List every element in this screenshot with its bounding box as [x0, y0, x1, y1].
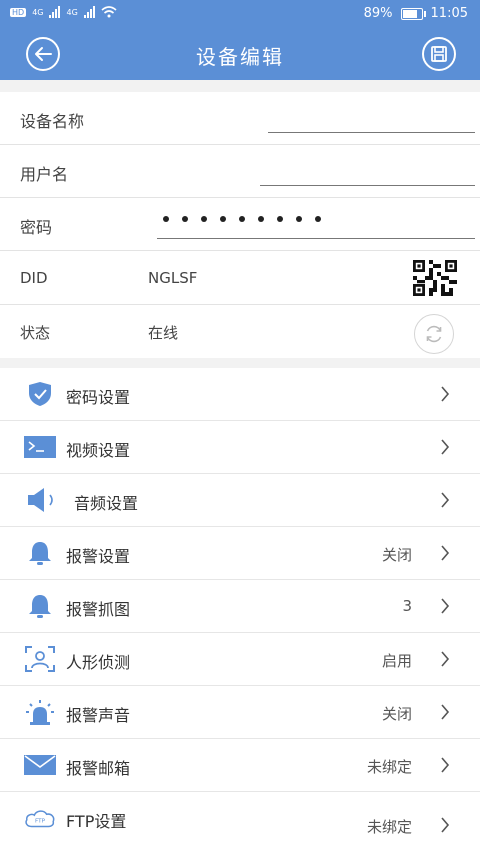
- network-type-2: 4G: [66, 7, 78, 17]
- signal-icon: [83, 6, 95, 18]
- settings-item-alarm[interactable]: 报警设置 关闭: [0, 527, 480, 580]
- speaker-icon: [24, 486, 68, 514]
- refresh-icon: [426, 325, 442, 343]
- siren-icon: [24, 698, 56, 726]
- did-row: DID NGLSF: [0, 251, 480, 305]
- chevron-right-icon: [441, 545, 450, 561]
- chevron-right-icon: [441, 439, 450, 455]
- bell-icon: [24, 539, 56, 567]
- settings-item-label: 报警设置: [66, 547, 131, 566]
- settings-list: 密码设置 视频设置 音频设置 报警设置 关闭 报警抓图 3 人形侦测 启用 报警…: [0, 368, 480, 852]
- sim-badge: HD: [10, 7, 27, 17]
- battery-percent: 89%: [363, 6, 393, 21]
- status-row: 状态 在线: [0, 305, 480, 358]
- settings-item-value: 未绑定: [366, 758, 412, 776]
- ftp-cloud-icon: FTP: [24, 804, 56, 832]
- chevron-right-icon: [441, 651, 450, 667]
- save-button[interactable]: [422, 37, 456, 71]
- settings-item-value: 关闭: [381, 546, 412, 564]
- settings-item-label: 报警声音: [66, 706, 131, 725]
- refresh-button[interactable]: [414, 314, 454, 354]
- settings-item-label: 报警抓图: [66, 600, 131, 619]
- settings-item-label: FTP设置: [66, 812, 127, 831]
- save-icon: [431, 46, 447, 62]
- username-row: 用户名: [0, 145, 480, 198]
- device-name-label: 设备名称: [20, 112, 85, 131]
- settings-item-alarm-snapshot[interactable]: 报警抓图 3: [0, 580, 480, 633]
- settings-item-audio[interactable]: 音频设置: [0, 474, 480, 527]
- status-bar: HD 4G 4G 89% 11:05: [0, 0, 480, 28]
- device-name-input[interactable]: [268, 132, 475, 133]
- chevron-right-icon: [441, 598, 450, 614]
- chevron-right-icon: [441, 817, 450, 833]
- bell-icon: [24, 592, 56, 620]
- settings-item-value: 未绑定: [366, 818, 412, 836]
- status-value: 在线: [148, 324, 179, 342]
- chevron-right-icon: [441, 704, 450, 720]
- clock: 11:05: [430, 6, 468, 21]
- page-title: 设备编辑: [196, 45, 284, 69]
- settings-item-label: 密码设置: [66, 388, 131, 407]
- chevron-right-icon: [441, 757, 450, 773]
- password-mask: [163, 216, 321, 222]
- username-input[interactable]: [260, 185, 475, 186]
- settings-item-video[interactable]: 视频设置: [0, 421, 480, 474]
- settings-item-alarm-sound[interactable]: 报警声音 关闭: [0, 686, 480, 739]
- password-input[interactable]: [157, 238, 475, 239]
- shield-icon: [24, 380, 56, 408]
- settings-item-password[interactable]: 密码设置: [0, 368, 480, 421]
- video-terminal-icon: [24, 433, 56, 461]
- password-label: 密码: [20, 218, 53, 237]
- settings-item-value: 3: [402, 597, 412, 615]
- wifi-icon: [101, 6, 117, 18]
- username-label: 用户名: [20, 165, 69, 184]
- device-form: 设备名称 用户名 密码 DID NGLSF 状态 在线: [0, 92, 480, 358]
- mail-icon: [24, 751, 56, 779]
- battery-icon: [400, 7, 426, 20]
- settings-item-label: 视频设置: [66, 441, 131, 460]
- network-type-1: 4G: [32, 7, 44, 17]
- settings-item-alarm-email[interactable]: 报警邮箱 未绑定: [0, 739, 480, 792]
- settings-item-value: 启用: [381, 652, 412, 670]
- human-detect-icon: [24, 645, 56, 673]
- device-name-row: 设备名称: [0, 92, 480, 145]
- app-header: 设备编辑: [0, 28, 480, 80]
- settings-item-ftp[interactable]: FTP FTP设置 未绑定: [0, 792, 480, 844]
- signal-icon: [49, 6, 61, 18]
- chevron-right-icon: [441, 386, 450, 402]
- settings-item-value: 关闭: [381, 705, 412, 723]
- status-label: 状态: [20, 324, 51, 342]
- qr-code-icon[interactable]: [413, 260, 457, 296]
- password-row: 密码: [0, 198, 480, 251]
- settings-item-label: 音频设置: [74, 494, 139, 513]
- settings-item-human-detect[interactable]: 人形侦测 启用: [0, 633, 480, 686]
- settings-item-label: 报警邮箱: [66, 759, 131, 778]
- chevron-right-icon: [441, 492, 450, 508]
- did-value: NGLSF: [148, 269, 198, 287]
- svg-text:FTP: FTP: [35, 819, 46, 825]
- settings-item-label: 人形侦测: [66, 653, 131, 672]
- did-label: DID: [20, 269, 48, 287]
